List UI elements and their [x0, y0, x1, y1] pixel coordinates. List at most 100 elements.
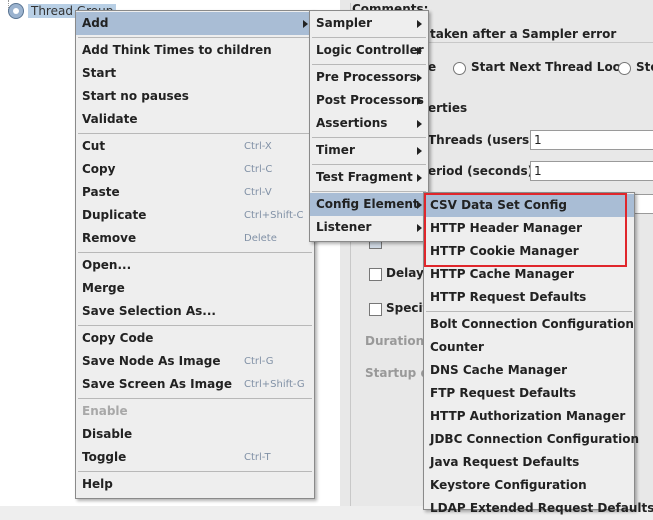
- config-element-label: Config Element: [316, 197, 419, 211]
- stop-thread-radio[interactable]: [618, 62, 631, 75]
- menu-item-add-label: Add: [82, 16, 109, 30]
- menu-separator: [78, 37, 312, 38]
- menu-item-disable[interactable]: Disable: [76, 423, 314, 446]
- start-next-loop-radio[interactable]: [453, 62, 466, 75]
- menu-item-save-selection[interactable]: Save Selection As...: [76, 300, 314, 323]
- menu-item-toggle[interactable]: Toggle Ctrl-T: [76, 446, 314, 469]
- submenu-arrow-icon: [417, 20, 422, 28]
- menu-item-validate[interactable]: Validate: [76, 108, 314, 131]
- duplicate-shortcut: Ctrl+Shift-C: [244, 210, 304, 221]
- config-item-bolt-connection[interactable]: Bolt Connection Configuration: [424, 313, 634, 336]
- ramp-up-label: eriod (seconds):: [428, 164, 538, 178]
- start-next-loop-label: Start Next Thread Loop: [471, 60, 630, 74]
- submenu-arrow-icon: [417, 74, 422, 82]
- submenu-item-timer[interactable]: Timer: [310, 139, 428, 162]
- save-node-image-label: Save Node As Image: [82, 354, 221, 368]
- menu-separator: [78, 133, 312, 134]
- assertions-label: Assertions: [316, 116, 388, 130]
- menu-separator: [78, 398, 312, 399]
- remove-label: Remove: [82, 231, 137, 245]
- submenu-arrow-icon: [417, 47, 422, 55]
- menu-item-add[interactable]: Add: [76, 12, 314, 35]
- timer-label: Timer: [316, 143, 355, 157]
- menu-separator: [312, 164, 426, 165]
- menu-separator: [312, 64, 426, 65]
- config-item-http-authorization-manager[interactable]: HTTP Authorization Manager: [424, 405, 634, 428]
- config-item-java-request-defaults[interactable]: Java Request Defaults: [424, 451, 634, 474]
- cut-shortcut: Ctrl-X: [244, 141, 272, 152]
- duplicate-label: Duplicate: [82, 208, 147, 222]
- config-item-counter[interactable]: Counter: [424, 336, 634, 359]
- menu-item-open[interactable]: Open...: [76, 254, 314, 277]
- menu-item-save-node-image[interactable]: Save Node As Image Ctrl-G: [76, 350, 314, 373]
- paste-shortcut: Ctrl-V: [244, 187, 272, 198]
- submenu-item-test-fragment[interactable]: Test Fragment: [310, 166, 428, 189]
- menu-item-cut[interactable]: Cut Ctrl-X: [76, 135, 314, 158]
- submenu-item-assertions[interactable]: Assertions: [310, 112, 428, 135]
- menu-item-add-think-times[interactable]: Add Think Times to children: [76, 39, 314, 62]
- menu-item-enable: Enable: [82, 404, 128, 418]
- menu-separator: [312, 37, 426, 38]
- config-item-ftp-request-defaults[interactable]: FTP Request Defaults: [424, 382, 634, 405]
- logic-controller-label: Logic Controller: [316, 43, 424, 57]
- menu-item-start-no-pauses[interactable]: Start no pauses: [76, 85, 314, 108]
- pre-processors-label: Pre Processors: [316, 70, 417, 84]
- menu-separator: [78, 325, 312, 326]
- menu-item-remove[interactable]: Remove Delete: [76, 227, 314, 250]
- submenu-arrow-icon: [417, 147, 422, 155]
- menu-separator: [426, 311, 632, 312]
- post-processors-label: Post Processors: [316, 93, 424, 107]
- submenu-arrow-icon: [417, 224, 422, 232]
- highlight-box: [424, 193, 627, 267]
- remove-shortcut: Delete: [244, 233, 277, 244]
- save-screen-image-shortcut: Ctrl+Shift-G: [244, 379, 305, 390]
- config-item-http-request-defaults[interactable]: HTTP Request Defaults: [424, 286, 634, 309]
- save-node-image-shortcut: Ctrl-G: [244, 356, 274, 367]
- cut-label: Cut: [82, 139, 106, 153]
- submenu-arrow-icon: [417, 174, 422, 182]
- menu-item-copy[interactable]: Copy Ctrl-C: [76, 158, 314, 181]
- menu-item-save-screen-image[interactable]: Save Screen As Image Ctrl+Shift-G: [76, 373, 314, 396]
- menu-separator: [78, 471, 312, 472]
- submenu-item-post-processors[interactable]: Post Processors: [310, 89, 428, 112]
- sampler-error-label: taken after a Sampler error: [428, 27, 619, 41]
- menu-item-copy-code[interactable]: Copy Code: [76, 327, 314, 350]
- submenu-arrow-icon: [417, 97, 422, 105]
- threads-input[interactable]: 1: [530, 130, 653, 150]
- specify-lifetime-label: Specif: [386, 301, 428, 315]
- menu-separator: [78, 252, 312, 253]
- config-item-ldap-extended-defaults[interactable]: LDAP Extended Request Defaults: [424, 497, 653, 520]
- stop-thread-label: Sto: [636, 60, 653, 74]
- paste-label: Paste: [82, 185, 120, 199]
- submenu-item-pre-processors[interactable]: Pre Processors: [310, 66, 428, 89]
- menu-item-paste[interactable]: Paste Ctrl-V: [76, 181, 314, 204]
- add-submenu: Sampler Logic Controller Pre Processors …: [309, 10, 429, 242]
- config-item-dns-cache-manager[interactable]: DNS Cache Manager: [424, 359, 634, 382]
- menu-item-merge[interactable]: Merge: [76, 277, 314, 300]
- copy-label: Copy: [82, 162, 116, 176]
- submenu-item-sampler[interactable]: Sampler: [310, 12, 428, 35]
- menu-item-help[interactable]: Help: [76, 473, 314, 496]
- submenu-item-listener[interactable]: Listener: [310, 216, 428, 239]
- sampler-label: Sampler: [316, 16, 373, 30]
- specify-lifetime-checkbox[interactable]: [369, 303, 382, 316]
- threads-label: Threads (users):: [428, 133, 540, 147]
- toggle-shortcut: Ctrl-T: [244, 452, 271, 463]
- submenu-item-config-element[interactable]: Config Element: [310, 193, 428, 216]
- copy-shortcut: Ctrl-C: [244, 164, 273, 175]
- submenu-item-logic-controller[interactable]: Logic Controller: [310, 39, 428, 62]
- menu-item-start[interactable]: Start: [76, 62, 314, 85]
- save-screen-image-label: Save Screen As Image: [82, 377, 232, 391]
- submenu-arrow-icon: [417, 201, 422, 209]
- config-item-jdbc-connection[interactable]: JDBC Connection Configuration: [424, 428, 639, 451]
- loop-count-input[interactable]: [632, 194, 653, 214]
- toggle-label: Toggle: [82, 450, 127, 464]
- context-menu: Add Add Think Times to children Start St…: [75, 10, 315, 499]
- ramp-up-input[interactable]: 1: [530, 161, 653, 181]
- delay-thread-checkbox[interactable]: [369, 268, 382, 281]
- config-item-keystore-configuration[interactable]: Keystore Configuration: [424, 474, 634, 497]
- radio-continue-partial: e: [428, 60, 437, 74]
- test-fragment-label: Test Fragment: [316, 170, 413, 184]
- listener-label: Listener: [316, 220, 372, 234]
- menu-item-duplicate[interactable]: Duplicate Ctrl+Shift-C: [76, 204, 314, 227]
